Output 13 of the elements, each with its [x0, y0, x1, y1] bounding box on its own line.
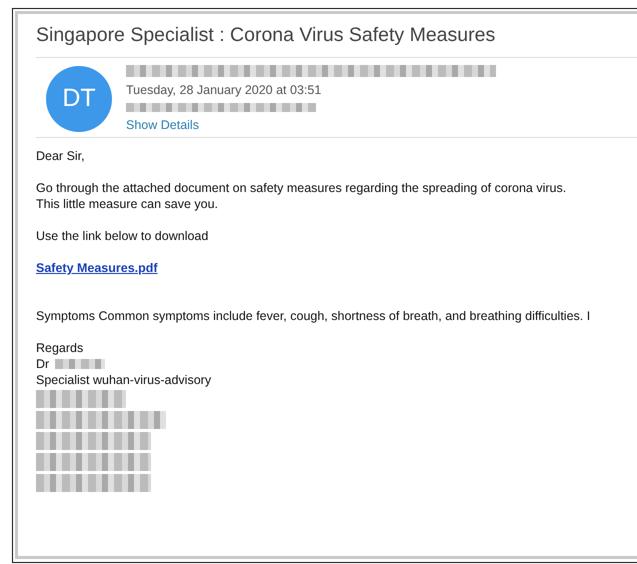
body-text: Symptoms Common symptoms include fever, cough, shortness of breath, and breathing difficulties. I	[36, 308, 592, 324]
body-text: Use the link below to download	[36, 228, 210, 244]
email-subject: Singapore Specialist : Corona Virus Safety Measures	[36, 14, 637, 58]
body-text: Go through the attached document on safety measures regarding the spreading of corona virus.	[36, 180, 568, 196]
body-text: Specialist wuhan-virus-advisory	[36, 372, 212, 388]
sender-avatar: DT	[46, 66, 112, 132]
body-text: Dear Sir,	[36, 148, 86, 164]
body-text: This little measure can save you.	[36, 196, 220, 212]
body-text: Regards	[36, 340, 84, 356]
signature-name: Dr	[36, 356, 50, 372]
attachment-link[interactable]: Safety Measures.pdf	[36, 261, 158, 275]
sent-date: Tuesday, 28 January 2020 at 03:51	[126, 83, 322, 97]
show-details-link[interactable]: Show Details	[126, 118, 496, 132]
